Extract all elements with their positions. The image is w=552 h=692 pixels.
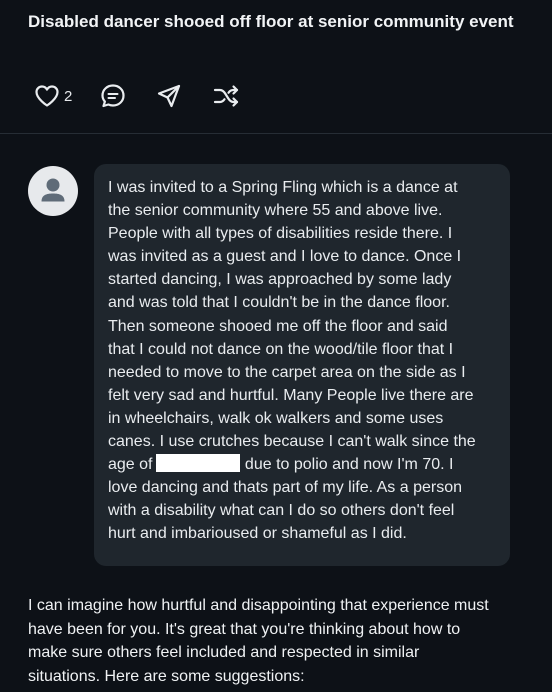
user-avatar [28, 166, 78, 216]
comment-icon [101, 84, 125, 108]
post-actions-bar: 2 [34, 82, 240, 110]
message-text-after-redaction: due to polio and now I'm 70. I [240, 456, 454, 474]
comment-button[interactable] [100, 83, 126, 109]
redacted-block [156, 454, 241, 473]
like-count: 2 [64, 87, 73, 105]
assistant-reply-text: I can imagine how hurtful and disappoint… [28, 597, 489, 685]
user-avatar-icon [41, 178, 65, 202]
post-title: Disabled dancer shooed off floor at seni… [28, 12, 514, 31]
send-icon [158, 84, 181, 108]
user-message-bubble: I was invited to a Spring Fling which is… [94, 164, 510, 566]
message-text-part1: I was invited to a Spring Fling which is… [108, 179, 476, 474]
section-divider [0, 133, 552, 134]
heart-icon [35, 85, 59, 107]
shuffle-icon [214, 85, 239, 107]
message-text-part2: love dancing and thats part of my life. … [108, 479, 462, 543]
share-button[interactable] [156, 83, 182, 109]
remix-button[interactable] [212, 83, 240, 109]
user-message-text: I was invited to a Spring Fling which is… [108, 176, 496, 546]
like-button[interactable]: 2 [34, 84, 100, 108]
